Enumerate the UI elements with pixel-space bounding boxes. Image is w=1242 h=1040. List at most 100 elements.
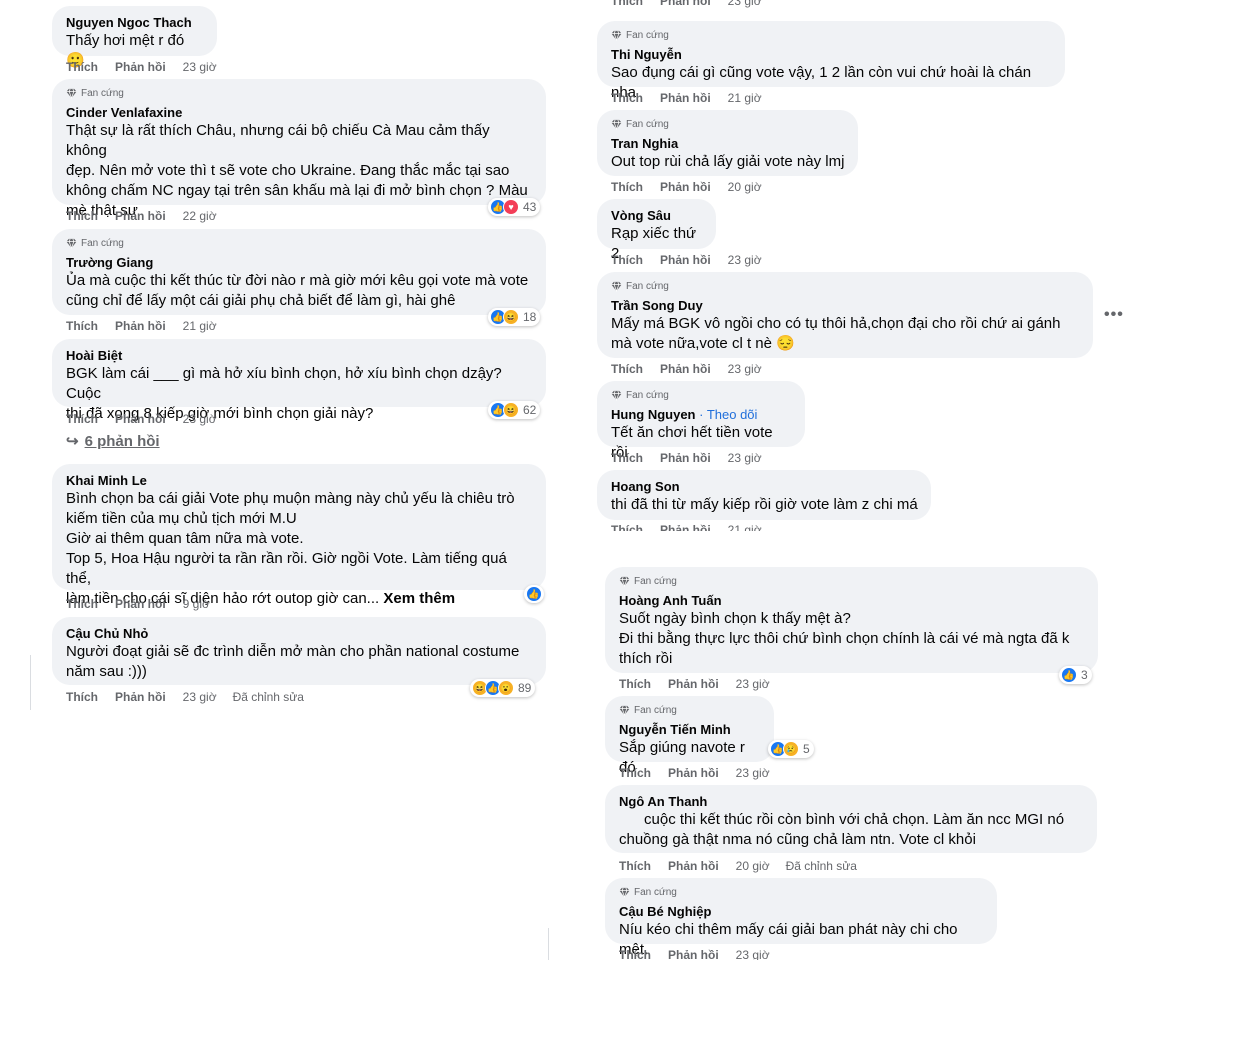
fan-badge: Fan cứng <box>66 237 534 250</box>
reply-button[interactable]: Phản hồi <box>668 677 719 691</box>
view-replies-link[interactable]: ↪ 6 phản hồi <box>66 432 160 451</box>
see-more-link[interactable]: Xem thêm <box>383 590 455 607</box>
reply-button[interactable]: Phản hồi <box>660 0 711 8</box>
commenter-name[interactable]: Nguyen Ngoc Thach <box>66 14 205 31</box>
like-button[interactable]: Thích <box>619 859 651 873</box>
divider-line <box>30 655 31 710</box>
commenter-name[interactable]: Khai Minh Le <box>66 472 534 489</box>
reply-button[interactable]: Phản hồi <box>660 362 711 376</box>
reply-button[interactable]: Phản hồi <box>115 597 166 611</box>
reaction-summary[interactable]: 👍 ♥ 43 <box>488 198 541 216</box>
like-button[interactable]: Thích <box>611 253 643 267</box>
comment-time[interactable]: 23 giờ <box>728 253 762 267</box>
fan-badge-label: Fan cứng <box>626 119 669 130</box>
commenter-name[interactable]: Cinder Venlafaxine <box>66 104 534 121</box>
follow-link[interactable]: · Theo dõi <box>696 407 758 422</box>
diamond-icon <box>619 705 630 716</box>
comment-time[interactable]: 23 giờ <box>736 677 770 691</box>
reply-button[interactable]: Phản hồi <box>115 412 166 426</box>
comment-actions: Thích Phản hồi 23 giờ <box>611 451 778 465</box>
comment-time[interactable]: 23 giờ <box>728 362 762 376</box>
comment-bubble: Fan cứng Hung Nguyen · Theo dõi Tết ăn c… <box>597 381 805 461</box>
commenter-name[interactable]: Hung Nguyen · Theo dõi <box>611 406 793 423</box>
comment-bubble: Ngô An Thanh cuộc thi kết thúc rồi còn b… <box>605 785 1097 853</box>
reaction-summary[interactable]: 👍 3 <box>1059 666 1092 684</box>
comment-time[interactable]: 20 giờ <box>728 180 762 194</box>
commenter-name[interactable]: Cậu Chủ Nhỏ <box>66 625 534 642</box>
comment-time[interactable]: 23 giờ <box>736 766 770 780</box>
comment-bubble: Fan cứng Hoàng Anh Tuấn Suốt ngày bình c… <box>605 567 1098 673</box>
reply-button[interactable]: Phản hồi <box>668 859 719 873</box>
commenter-name[interactable]: Nguyễn Tiến Minh <box>619 721 762 738</box>
reaction-summary[interactable]: 👍 😆 18 <box>488 308 541 326</box>
reaction-summary[interactable]: 👍 😆 62 <box>488 401 541 419</box>
commenter-name[interactable]: Trường Giang <box>66 254 534 271</box>
fan-badge: Fan cứng <box>619 704 762 717</box>
reply-button[interactable]: Phản hồi <box>115 319 166 333</box>
comment-actions: Thích Phản hồi 23 giờ Đã chỉnh sửa <box>66 690 304 704</box>
like-button[interactable]: Thích <box>66 412 98 426</box>
reaction-summary[interactable]: 👍 😢 5 <box>768 740 814 758</box>
more-options-icon[interactable]: ••• <box>1104 306 1124 324</box>
commenter-name[interactable]: Ngô An Thanh <box>619 793 1085 810</box>
comment-actions: Thích Phản hồi 23 giờ <box>66 412 233 426</box>
like-button[interactable]: Thích <box>66 319 98 333</box>
comment-text: Người đoạt giải sẽ đc trình diễn mở màn … <box>66 643 520 680</box>
reply-button[interactable]: Phản hồi <box>115 209 166 223</box>
diamond-icon <box>611 281 622 292</box>
diamond-icon <box>66 238 77 249</box>
comment-actions: Thích Phản hồi 21 giờ <box>611 523 778 531</box>
follow-label: Theo dõi <box>706 407 758 422</box>
fan-badge: Fan cứng <box>619 886 985 899</box>
reaction-summary[interactable]: 👍 <box>524 585 544 603</box>
reply-button[interactable]: Phản hồi <box>668 948 719 960</box>
comment-time[interactable]: 21 giờ <box>728 91 762 105</box>
like-button[interactable]: Thích <box>619 948 651 960</box>
like-button[interactable]: Thích <box>66 209 98 223</box>
reaction-summary[interactable]: 😆 👍 😮 89 <box>470 679 536 697</box>
commenter-name[interactable]: Hoàng Anh Tuấn <box>619 592 1086 609</box>
like-button[interactable]: Thích <box>619 766 651 780</box>
commenter-name[interactable]: Trần Song Duy <box>611 297 1081 314</box>
reply-button[interactable]: Phản hồi <box>115 690 166 704</box>
reply-button[interactable]: Phản hồi <box>660 523 711 531</box>
like-button[interactable]: Thích <box>611 523 643 531</box>
comment-time[interactable]: 21 giờ <box>183 319 217 333</box>
like-button[interactable]: Thích <box>611 362 643 376</box>
comment-time[interactable]: 23 giờ <box>728 451 762 465</box>
comment-time[interactable]: 23 giờ <box>183 690 217 704</box>
reply-button[interactable]: Phản hồi <box>660 253 711 267</box>
like-button[interactable]: Thích <box>66 60 98 74</box>
reaction-count: 18 <box>523 310 537 324</box>
like-button[interactable]: Thích <box>66 597 98 611</box>
reply-button[interactable]: Phản hồi <box>660 91 711 105</box>
like-button[interactable]: Thích <box>611 0 643 8</box>
like-button[interactable]: Thích <box>66 690 98 704</box>
like-button[interactable]: Thích <box>611 451 643 465</box>
reply-button[interactable]: Phản hồi <box>660 451 711 465</box>
reaction-count: 3 <box>1081 668 1088 682</box>
like-button[interactable]: Thích <box>611 180 643 194</box>
commenter-name[interactable]: Cậu Bé Nghiệp <box>619 903 985 920</box>
comment-time[interactable]: 23 giờ <box>183 412 217 426</box>
comment-time[interactable]: 23 giờ <box>183 60 217 74</box>
comment-time[interactable]: 22 giờ <box>183 209 217 223</box>
fan-badge-label: Fan cứng <box>634 576 677 587</box>
commenter-name[interactable]: Tran Nghia <box>611 135 846 152</box>
reply-button[interactable]: Phản hồi <box>115 60 166 74</box>
commenter-name[interactable]: Vòng Sâu <box>611 207 704 224</box>
comment-time[interactable]: 23 giờ <box>736 948 770 960</box>
comment-time[interactable]: 20 giờ <box>736 859 770 873</box>
reply-arrow-icon: ↪ <box>66 433 79 450</box>
like-button[interactable]: Thích <box>611 91 643 105</box>
commenter-name[interactable]: Hoang Son <box>611 478 919 495</box>
comment-bubble: Fan cứng Cinder Venlafaxine Thật sự là r… <box>52 79 546 219</box>
comment-time[interactable]: 23 giờ <box>728 0 762 8</box>
commenter-name[interactable]: Hoài Biệt <box>66 347 534 364</box>
comment-time[interactable]: 9 giờ <box>183 597 210 611</box>
like-button[interactable]: Thích <box>619 677 651 691</box>
reply-button[interactable]: Phản hồi <box>660 180 711 194</box>
commenter-name[interactable]: Thi Nguyễn <box>611 46 1053 63</box>
reply-button[interactable]: Phản hồi <box>668 766 719 780</box>
comment-time[interactable]: 21 giờ <box>728 523 762 531</box>
